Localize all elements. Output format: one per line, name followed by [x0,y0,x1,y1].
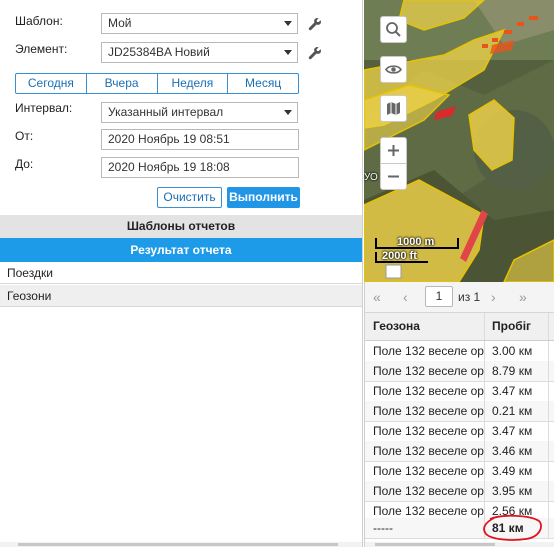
map-edge-label: УО [364,172,378,183]
element-label: Элемент: [15,42,68,56]
zoom-out-button[interactable] [380,163,407,190]
zoom-out-icon [388,175,399,178]
mileage-cell: 3.00 км [485,341,549,361]
mileage-cell: 3.95 км [485,481,549,501]
mileage-cell: 0.21 км [485,401,549,421]
report-templates-header[interactable]: Шаблоны отчетов [0,215,362,238]
map-layers-icon [387,102,400,115]
clear-button[interactable]: Очистить [157,187,222,208]
table-header: Геозона Пробіг [365,313,554,341]
chevron-down-icon [284,21,292,26]
eye-icon [385,65,402,74]
geozone-cell: Поле 132 веселе ор [365,441,485,461]
next-page-icon[interactable]: › [491,289,496,305]
table-row[interactable]: Поле 132 веселе ор 8.79 км [365,361,554,382]
mileage-cell: 3.47 км [485,381,549,401]
last-page-icon[interactable]: » [519,289,527,305]
horizontal-scrollbar[interactable] [365,542,554,547]
scrollbar-thumb[interactable] [375,543,495,546]
element-value: JD25384BA Новий [108,45,210,59]
period-tabs: Сегодня Вчера Неделя Месяц [15,73,299,94]
table-row[interactable]: Поле 132 веселе ор 3.00 км [365,341,554,362]
page-count-label: из 1 [458,290,481,304]
wrench-icon[interactable] [308,46,322,60]
template-select[interactable]: Мой [101,13,298,34]
to-date-input[interactable]: 2020 Ноябрь 19 18:08 [101,157,299,178]
element-select[interactable]: JD25384BA Новий [101,42,298,63]
table-row[interactable]: Поле 132 веселе ор 3.47 км [365,381,554,402]
interval-select[interactable]: Указанный интервал [101,102,298,123]
mileage-cell: 8.79 км [485,361,549,381]
template-label: Шаблон: [15,14,63,28]
geozone-cell: Поле 132 веселе ор [365,381,485,401]
search-icon [386,22,401,37]
report-result-header[interactable]: Результат отчета [0,238,362,262]
template-value: Мой [108,16,132,30]
mileage-cell: 3.49 км [485,461,549,481]
to-label: До: [15,157,34,171]
scale-metric: 1000 m [397,236,435,248]
page-number-input[interactable]: 1 [425,286,453,307]
column-geozone[interactable]: Геозона [365,313,485,340]
geozone-cell: Поле 132 веселе ор [365,461,485,481]
table-row[interactable]: Поле 132 веселе ор 3.95 км [365,481,554,502]
result-item-trips[interactable]: Поездки [0,262,362,284]
geozone-cell: Поле 132 веселе ор [365,361,485,381]
table-row[interactable]: Поле 132 веселе ор 0.21 км [365,401,554,422]
tab-week[interactable]: Неделя [158,74,229,93]
first-page-icon[interactable]: « [373,289,381,305]
visibility-button[interactable] [380,56,407,83]
chevron-down-icon [284,50,292,55]
interval-label: Интервал: [15,101,73,115]
geozone-cell: Поле 132 веселе ор [365,421,485,441]
geozone-cell: Поле 132 веселе ор [365,481,485,501]
table-row[interactable]: Поле 132 веселе ор 3.46 км [365,441,554,462]
tab-yesterday[interactable]: Вчера [87,74,158,93]
column-mileage[interactable]: Пробіг [485,313,549,340]
zoom-in-button[interactable] [380,137,407,164]
annotation-circle [483,514,542,541]
map-layers-button[interactable] [380,95,407,122]
report-panel: Шаблон: Мой Элемент: JD25384BA Новий Сег… [0,0,363,547]
zoom-in-icon [388,145,399,156]
scale-imperial: 2000 ft [382,250,417,262]
mileage-cell: 3.47 км [485,421,549,441]
scrollbar-thumb[interactable] [18,543,338,546]
wrench-icon[interactable] [308,17,322,31]
total-label-cell: ----- [365,518,485,538]
tab-today[interactable]: Сегодня [16,74,87,93]
result-item-geozones[interactable]: Геозони [0,285,362,307]
geozone-table-panel: « ‹ 1 из 1 › » Геозона Пробіг Поле 132 в… [364,282,554,547]
mileage-cell: 3.46 км [485,441,549,461]
chevron-down-icon [284,110,292,115]
tab-month[interactable]: Месяц [228,74,298,93]
table-row[interactable]: Поле 132 веселе ор 3.47 км [365,421,554,442]
from-date-input[interactable]: 2020 Ноябрь 19 08:51 [101,129,299,150]
geozone-cell: Поле 132 веселе ор [365,401,485,421]
map-view[interactable]: 1000 m 2000 ft УО [364,0,554,282]
horizontal-scrollbar[interactable] [0,542,362,547]
geozone-cell: Поле 132 веселе ор [365,341,485,361]
interval-value: Указанный интервал [108,105,224,119]
search-button[interactable] [380,16,407,43]
table-pager: « ‹ 1 из 1 › » [365,282,554,313]
from-label: От: [15,129,34,143]
prev-page-icon[interactable]: ‹ [403,289,408,305]
table-row[interactable]: Поле 132 веселе ор 3.49 км [365,461,554,482]
run-button[interactable]: Выполнить [227,187,300,208]
